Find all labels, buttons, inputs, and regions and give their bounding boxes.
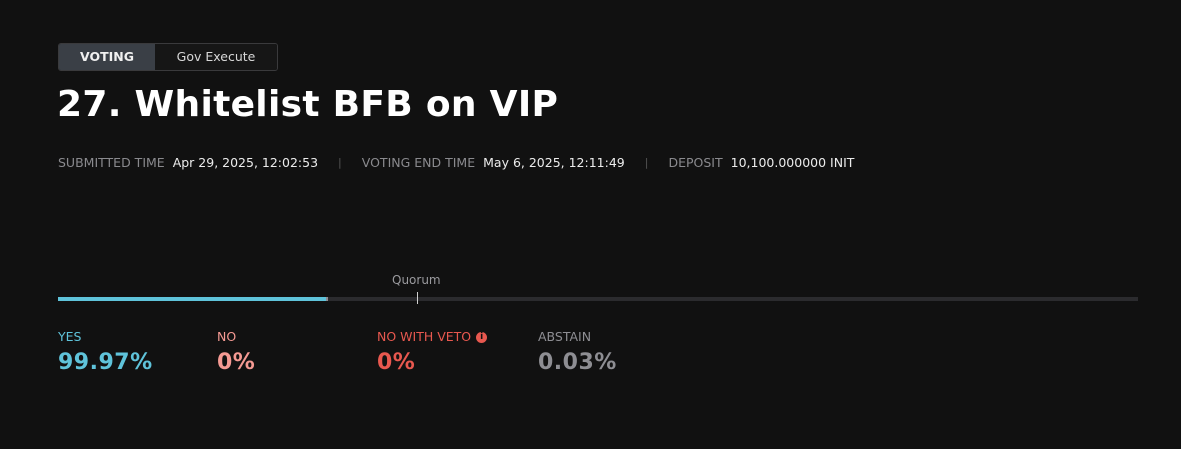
no-with-veto-label: NO WITH VETO [377,329,472,344]
tab-voting[interactable]: VOTING [59,44,155,70]
tab-gov-execute[interactable]: Gov Execute [155,44,277,70]
meta-separator: | [644,155,649,169]
no-label: NO [217,329,237,344]
submitted-time-label: SUBMITTED TIME [58,154,165,170]
vote-progress-bar [58,292,1138,304]
yes-label: YES [58,329,82,344]
status-tabs: VOTING Gov Execute [58,43,278,71]
quorum-marker [417,292,418,304]
voting-end-time-value: May 6, 2025, 12:11:49 [483,154,625,170]
yes-stat: YES 99.97% [58,328,153,375]
abstain-percentage: 0.03% [538,350,617,375]
quorum-label: Quorum [392,273,441,287]
abstain-stat: ABSTAIN 0.03% [538,328,617,375]
info-icon[interactable]: i [476,331,488,343]
proposal-meta: SUBMITTED TIME Apr 29, 2025, 12:02:53 | … [58,153,854,171]
no-percentage: 0% [217,350,256,375]
abstain-progress-fill [326,297,328,301]
no-with-veto-stat: NO WITH VETO i 0% [377,328,488,375]
deposit-value: 10,100.000000 INIT [730,154,855,170]
yes-percentage: 99.97% [58,350,153,375]
yes-progress-fill [58,297,326,301]
voting-end-time-label: VOTING END TIME [361,154,476,170]
no-stat: NO 0% [217,328,255,375]
meta-separator: | [338,155,342,169]
deposit-label: DEPOSIT [668,154,723,170]
submitted-time-value: Apr 29, 2025, 12:02:53 [172,154,319,170]
no-with-veto-label-row: NO WITH VETO i [377,328,488,346]
page-title: 27. Whitelist BFB on VIP [57,84,559,125]
abstain-label: ABSTAIN [538,329,592,344]
proposal-page: VOTING Gov Execute 27. Whitelist BFB on … [0,0,1181,449]
no-with-veto-percentage: 0% [377,350,416,375]
